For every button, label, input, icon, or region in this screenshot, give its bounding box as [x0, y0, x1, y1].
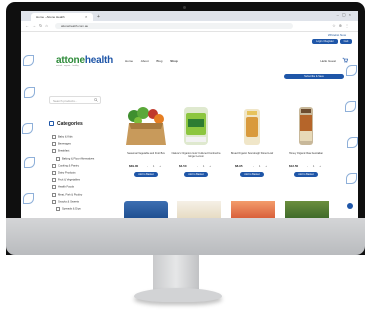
- logo-accent: health: [84, 55, 114, 66]
- utility-bar: Login / Register Cart: [21, 39, 358, 44]
- category-list: Baby & Kids Beverages Breakfast Baking &…: [52, 135, 94, 214]
- decorative-pattern-right: [344, 45, 358, 218]
- product-image-partial[interactable]: [231, 201, 275, 218]
- close-tab-icon[interactable]: ×: [85, 13, 87, 21]
- screen: Home - Attone Health × + –▢× ←→↻⌂ attone…: [21, 11, 358, 218]
- quantity-stepper[interactable]: - 1 +: [147, 164, 163, 168]
- product-price: $39.00: [129, 164, 139, 168]
- account-link[interactable]: Hello Guest: [320, 59, 336, 63]
- category-item[interactable]: Meat, Fish & Poultry: [52, 192, 94, 200]
- product-image-partial[interactable]: [285, 201, 329, 218]
- categories-icon: [49, 121, 54, 126]
- monitor-stand-base: [134, 288, 222, 302]
- quantity-stepper[interactable]: - 1 +: [253, 164, 269, 168]
- add-to-basket-button[interactable]: Add to Basket: [184, 172, 208, 177]
- category-item[interactable]: Spreads & Dips: [52, 206, 94, 214]
- product-image-sourdough[interactable]: [227, 103, 277, 148]
- product-image-kombucha[interactable]: [171, 103, 221, 148]
- monitor-chin: [6, 218, 365, 255]
- category-item[interactable]: Breakfast: [52, 149, 94, 156]
- webcam: [183, 6, 186, 9]
- scroll-to-top-button[interactable]: [347, 203, 353, 209]
- navigation-icons[interactable]: ←→↻⌂: [25, 21, 51, 31]
- bookmark-link[interactable]: Whitelist Now: [328, 33, 346, 37]
- browser-tab-bar: Home - Attone Health × + –▢×: [21, 11, 358, 21]
- category-item[interactable]: Health Foods: [52, 185, 94, 192]
- product-image-partial[interactable]: [177, 201, 221, 218]
- add-to-basket-button[interactable]: Add to Basket: [294, 172, 318, 177]
- product-price: $8.95: [235, 164, 243, 168]
- browser-tab[interactable]: Home - Attone Health: [31, 13, 93, 21]
- product-name[interactable]: Honey Organic Raw Australian: [281, 152, 331, 162]
- add-to-basket-button[interactable]: Add to Basket: [240, 172, 264, 177]
- address-bar-row: ←→↻⌂ attonehealth.com.au ☆⊕⋮: [21, 21, 358, 32]
- nav-home[interactable]: Home: [125, 59, 133, 63]
- product-price: $4.50: [179, 164, 187, 168]
- product-image-vegetable-box[interactable]: [121, 103, 171, 148]
- cart-icon[interactable]: [342, 57, 348, 63]
- product-card[interactable]: Honey Organic Raw Australian $12.50 - 1 …: [281, 103, 331, 177]
- quantity-stepper[interactable]: - 1 +: [197, 164, 213, 168]
- category-item[interactable]: Snacks & Sweets: [52, 199, 94, 207]
- add-to-basket-button[interactable]: Add to Basket: [134, 172, 158, 177]
- categories-heading: Categories: [57, 121, 83, 127]
- nav-about[interactable]: About: [141, 59, 149, 63]
- product-image-honey[interactable]: [281, 103, 331, 148]
- decorative-pattern-left: [21, 45, 35, 218]
- category-item[interactable]: Fruit & Vegetables: [52, 178, 94, 185]
- search-icon[interactable]: [94, 98, 98, 102]
- product-image-partial[interactable]: [124, 201, 168, 218]
- quantity-stepper[interactable]: - 1 +: [307, 164, 323, 168]
- nav-shop[interactable]: Shop: [170, 59, 178, 63]
- product-price: $12.50: [289, 164, 299, 168]
- product-card[interactable]: Seasonal Vegetable and Fruit Box $39.00 …: [121, 103, 171, 177]
- cart-top-button[interactable]: Cart: [340, 39, 352, 44]
- product-name[interactable]: Seasonal Vegetable and Fruit Box: [121, 152, 171, 162]
- product-name[interactable]: Nature's Organics Gutz Cultured Kombucha…: [171, 152, 221, 162]
- window-controls[interactable]: –▢×: [337, 12, 354, 17]
- product-card[interactable]: Bread Organic Sourdough Sliced Loaf $8.9…: [227, 103, 277, 177]
- product-card[interactable]: Nature's Organics Gutz Cultured Kombucha…: [171, 103, 221, 177]
- site-logo[interactable]: attonehealth natural · organic · healthy: [56, 55, 113, 67]
- product-name[interactable]: Bread Organic Sourdough Sliced Loaf: [227, 152, 277, 162]
- main-nav: Home About Blog Shop: [125, 59, 185, 63]
- promo-button[interactable]: Subscribe & Save: [284, 74, 344, 79]
- bookmarks-bar: Whitelist Now: [21, 32, 358, 39]
- extension-icons[interactable]: ☆⊕⋮: [332, 21, 352, 31]
- new-tab-icon[interactable]: +: [97, 13, 100, 21]
- category-item[interactable]: Dairy Products: [52, 170, 94, 178]
- category-item[interactable]: Cooking & Pantry: [52, 163, 94, 171]
- category-item[interactable]: Beverages: [52, 142, 94, 149]
- category-item[interactable]: Baby & Kids: [52, 135, 94, 142]
- category-item[interactable]: Baking & Flour Alternatives: [52, 156, 94, 164]
- nav-blog[interactable]: Blog: [156, 59, 162, 63]
- url-input[interactable]: attonehealth.com.au: [55, 23, 293, 29]
- login-button[interactable]: Login / Register: [312, 39, 338, 44]
